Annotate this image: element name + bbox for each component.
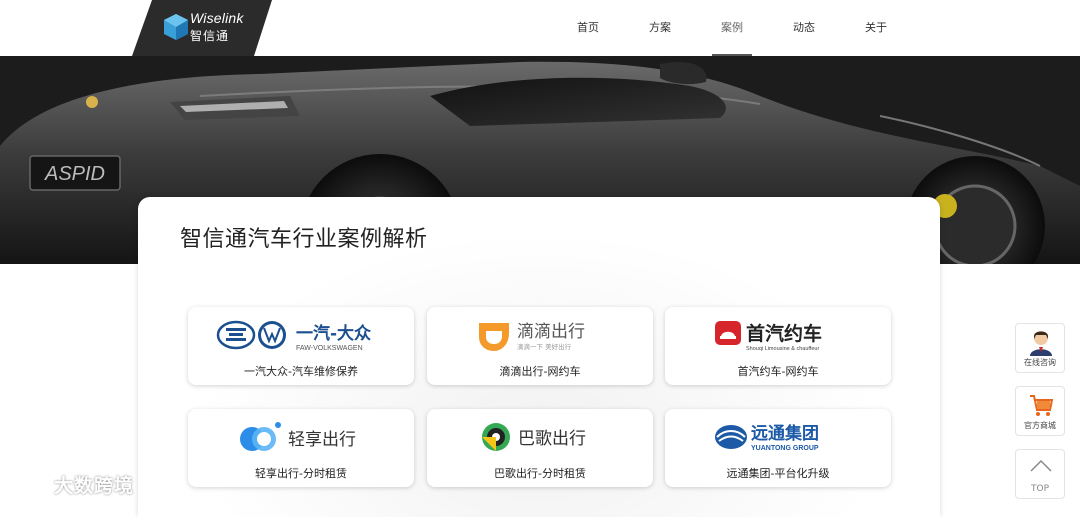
online-consult-label: 在线咨询 (1024, 358, 1056, 367)
chevron-up-icon (1030, 459, 1052, 472)
shouqi-logo-sub: Shouqi Limousine & chauffeur (746, 346, 819, 352)
nav-about[interactable]: 关于 (840, 0, 912, 56)
faw-vw-logo-text: 一汽-大众 (296, 323, 372, 344)
yuantong-logo-text: 远通集团 (751, 423, 819, 444)
watermark-text: 大数跨境 (54, 474, 135, 497)
official-store-button[interactable]: 官方商城 (1015, 386, 1065, 436)
section-title: 智信通汽车行业案例解析 (180, 227, 428, 252)
yuantong-logo: 远通集团 YUANTONG GROUP (665, 417, 891, 457)
faw-vw-logo-sub: FAW-VOLKSWAGEN (296, 345, 363, 352)
faw-vw-logo: 一汽-大众 FAW-VOLKSWAGEN (188, 315, 414, 355)
logo-english-name: Wiselink (190, 10, 244, 26)
case-caption: 轻享出行-分时租赁 (255, 467, 347, 480)
nav-news[interactable]: 动态 (768, 0, 840, 56)
qingxiang-logo-text: 轻享出行 (288, 430, 356, 450)
official-store-label: 官方商城 (1024, 421, 1056, 430)
site-header: Wiselink 智信通 首页 方案 案例 动态 关于 (0, 0, 1080, 56)
case-caption: 滴滴出行-网约车 (499, 365, 581, 378)
nav-solutions[interactable]: 方案 (624, 0, 696, 56)
watermark-logo-icon (11, 474, 47, 495)
case-caption: 一汽大众-汽车维修保养 (244, 365, 358, 378)
didi-logo-text: 滴滴出行 (517, 322, 585, 342)
qingxiang-logo: 轻享出行 (188, 417, 414, 457)
main-nav: 首页 方案 案例 动态 关于 (552, 0, 912, 56)
back-to-top-button[interactable]: TOP (1015, 449, 1065, 499)
cases-card: 智信通汽车行业案例解析 一汽-大众 FAW-VOLKSWAGEN 一汽大众-汽车… (138, 197, 940, 517)
case-yuantong[interactable]: 远通集团 YUANTONG GROUP 远通集团-平台化升级 (665, 409, 891, 487)
customer-service-avatar-icon (1030, 331, 1052, 356)
bage-logo: 巴歌出行 (427, 417, 653, 457)
back-to-top-label: TOP (1030, 484, 1049, 494)
watermark: 大数跨境 (10, 470, 134, 498)
logo-chinese-name: 智信通 (190, 29, 230, 43)
case-faw-vw[interactable]: 一汽-大众 FAW-VOLKSWAGEN 一汽大众-汽车维修保养 (188, 307, 414, 385)
plate-text: ASPID (44, 163, 105, 185)
nav-cases[interactable]: 案例 (696, 0, 768, 56)
nav-home[interactable]: 首页 (552, 0, 624, 56)
case-bage[interactable]: 巴歌出行 巴歌出行-分时租赁 (427, 409, 653, 487)
didi-logo: 滴滴出行 滴滴一下 美好出行 (427, 315, 653, 355)
case-caption: 首汽约车-网约车 (737, 365, 819, 378)
didi-logo-sub: 滴滴一下 美好出行 (517, 342, 572, 351)
site-logo[interactable]: Wiselink 智信通 (132, 0, 272, 56)
case-didi[interactable]: 滴滴出行 滴滴一下 美好出行 滴滴出行-网约车 (427, 307, 653, 385)
case-caption: 远通集团-平台化升级 (726, 467, 830, 480)
shouqi-logo: 首汽约车 Shouqi Limousine & chauffeur (665, 315, 891, 355)
bage-logo-text: 巴歌出行 (518, 429, 586, 449)
online-consult-button[interactable]: 在线咨询 (1015, 323, 1065, 373)
yuantong-logo-sub: YUANTONG GROUP (751, 445, 819, 452)
case-qingxiang[interactable]: 轻享出行 轻享出行-分时租赁 (188, 409, 414, 487)
shopping-cart-icon (1030, 395, 1053, 416)
case-shouqi[interactable]: 首汽约车 Shouqi Limousine & chauffeur 首汽约车-网… (665, 307, 891, 385)
shouqi-logo-text: 首汽约车 (746, 322, 822, 345)
case-caption: 巴歌出行-分时租赁 (494, 467, 586, 480)
